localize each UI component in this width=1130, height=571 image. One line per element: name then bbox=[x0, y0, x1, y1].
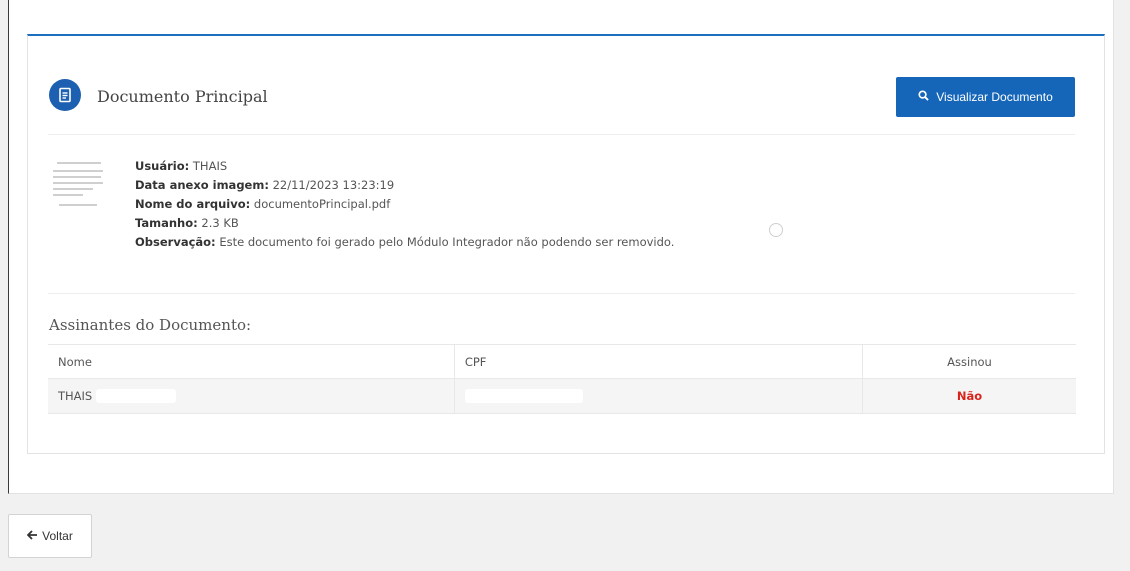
search-icon bbox=[918, 90, 929, 104]
page-container: Documento Principal Visualizar Documento… bbox=[8, 0, 1114, 494]
arrow-left-icon bbox=[26, 529, 38, 543]
document-thumbnail[interactable] bbox=[49, 158, 109, 213]
signer-status: Não bbox=[862, 378, 1076, 414]
view-document-label: Visualizar Documento bbox=[936, 90, 1053, 104]
divider bbox=[48, 134, 1075, 135]
column-header-cpf: CPF bbox=[453, 344, 863, 379]
document-icon bbox=[49, 79, 81, 111]
redacted-block bbox=[95, 389, 176, 404]
divider bbox=[48, 293, 1075, 294]
select-radio[interactable] bbox=[769, 223, 783, 237]
info-user: Usuário: THAIS bbox=[135, 159, 228, 173]
table-row: THAIS Não bbox=[48, 378, 1076, 414]
column-header-name: Nome bbox=[48, 344, 455, 379]
document-info: Usuário: THAIS Data anexo imagem: 22/11/… bbox=[135, 157, 674, 252]
redacted-block bbox=[464, 389, 583, 404]
table-header-row: Nome CPF Assinou bbox=[48, 344, 1076, 379]
signers-table: Nome CPF Assinou THAIS Não bbox=[48, 344, 1076, 414]
column-header-signed: Assinou bbox=[862, 344, 1076, 379]
signers-title: Assinantes do Documento: bbox=[49, 316, 252, 334]
back-label: Voltar bbox=[42, 529, 73, 543]
view-document-button[interactable]: Visualizar Documento bbox=[896, 77, 1075, 117]
info-date: Data anexo imagem: 22/11/2023 13:23:19 bbox=[135, 178, 395, 192]
card-title: Documento Principal bbox=[97, 87, 268, 106]
info-filename: Nome do arquivo: documentoPrincipal.pdf bbox=[135, 197, 391, 211]
back-button[interactable]: Voltar bbox=[8, 514, 92, 558]
info-note: Observação: Este documento foi gerado pe… bbox=[135, 235, 675, 249]
signer-cpf bbox=[453, 378, 863, 414]
document-card: Documento Principal Visualizar Documento… bbox=[27, 34, 1105, 454]
signer-name: THAIS bbox=[48, 378, 455, 414]
info-size: Tamanho: 2.3 KB bbox=[135, 216, 239, 230]
